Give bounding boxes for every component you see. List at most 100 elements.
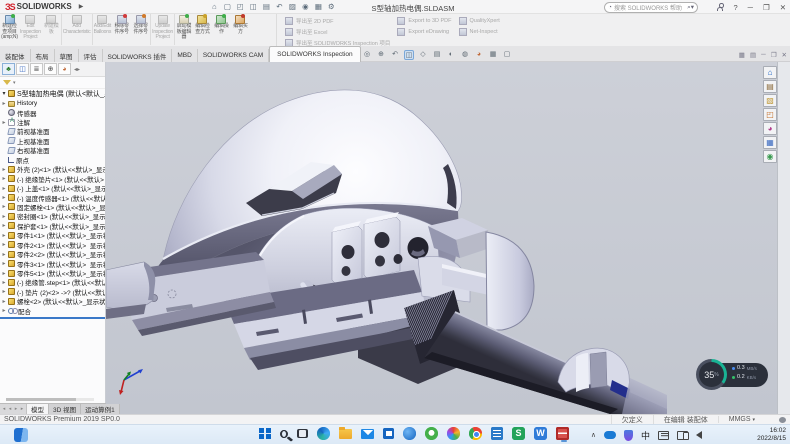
headsup-icon[interactable]: ▤ [432, 50, 442, 60]
expander-icon[interactable] [0, 270, 8, 277]
export-item[interactable]: 导出至 2D PDF [285, 17, 390, 25]
expander-icon[interactable] [0, 307, 8, 314]
qat-icon[interactable]: ↶ [273, 2, 285, 11]
command-tab[interactable]: MBD [172, 49, 197, 62]
featuremanager-tab-icon[interactable]: ♣ [2, 63, 15, 75]
headsup-icon[interactable]: ◫ [404, 50, 414, 60]
tree-item[interactable]: 固定螺栓<1> (默认<<默认>_显示 [0, 202, 105, 211]
qat-icon[interactable]: ⌂ [208, 2, 220, 11]
security-tray-icon[interactable] [624, 430, 633, 441]
taskpane-icon[interactable]: ◕ [763, 122, 777, 135]
expander-icon[interactable] [0, 298, 8, 305]
expander-icon[interactable] [0, 288, 8, 295]
export-item[interactable]: Net-Inspect [459, 28, 500, 36]
volume-tray-icon[interactable] [696, 431, 702, 439]
tree-item[interactable]: History [0, 98, 105, 107]
ribbon-button[interactable]: 新建检 查项目 (amp;N) [0, 14, 19, 45]
search-input[interactable]: ◔ 搜索 SOLIDWORKS 帮助 ⌕▾ [604, 2, 698, 13]
tree-item[interactable]: 零件2<2> (默认<<默认>_显示状 [0, 249, 105, 258]
tree-item[interactable]: (-) 绝缘管.step<1> (默认<<默认> [0, 278, 105, 287]
taskbar-clock[interactable]: 16:02 2022/8/15 [757, 427, 786, 443]
doc-control-icon[interactable]: ✕ [782, 51, 787, 59]
tree-hscrollbar[interactable] [6, 398, 94, 401]
taskbar-icon[interactable] [469, 427, 482, 440]
ime-indicator[interactable]: 中 [641, 429, 650, 442]
doc-control-icon[interactable]: ▤ [750, 51, 756, 59]
taskbar-icon[interactable] [259, 428, 271, 440]
status-comment-icon[interactable] [779, 417, 786, 423]
expander-icon[interactable] [0, 279, 8, 286]
tree-item[interactable]: 零件1<1> (默认<<默认>_显示状态 [0, 231, 105, 240]
model-tab[interactable]: 模型 [27, 404, 49, 414]
command-tab[interactable]: 布局 [31, 49, 55, 62]
qat-icon[interactable]: ▢ [221, 2, 233, 11]
display-tray-icon[interactable] [677, 431, 688, 440]
onedrive-tray-icon[interactable] [604, 431, 616, 439]
help-icon[interactable]: ? [733, 3, 737, 12]
expander-icon[interactable] [0, 185, 8, 192]
tree-split-bar[interactable] [0, 317, 105, 319]
taskbar-icon[interactable] [383, 428, 394, 439]
tree-item[interactable]: 右视基准面 [0, 146, 105, 155]
taskpane-icon[interactable]: ⌂ [763, 66, 777, 79]
command-tab[interactable]: SOLIDWORKS CAM [198, 49, 269, 62]
qat-icon[interactable]: ⚙ [325, 2, 337, 11]
taskpane-icon[interactable]: ▦ [763, 136, 777, 149]
taskbar-icon[interactable] [297, 429, 308, 438]
export-item[interactable]: QualityXpert [459, 17, 500, 25]
expander-icon[interactable] [0, 119, 8, 126]
tree-item[interactable]: 配合 [0, 306, 105, 315]
qat-icon[interactable]: ▤ [260, 2, 272, 11]
taskpane-icon[interactable]: ▧ [763, 94, 777, 107]
expander-icon[interactable] [0, 241, 8, 248]
expander-icon[interactable] [0, 100, 8, 107]
expander-icon[interactable] [0, 213, 8, 220]
command-tab[interactable]: SOLIDWORKS Inspection [269, 46, 361, 62]
doc-control-icon[interactable]: ❐ [771, 51, 777, 59]
taskbar-icon[interactable] [339, 429, 352, 439]
taskbar-icon[interactable] [403, 427, 416, 440]
ribbon-button[interactable]: 新建模 板 [42, 14, 61, 45]
taskbar-icon[interactable] [280, 430, 288, 438]
restore-icon[interactable]: ❐ [763, 3, 770, 12]
tree-item[interactable]: 零件2<1> (默认<<默认>_显示状 [0, 240, 105, 249]
taskpane-icon[interactable]: ◉ [763, 150, 777, 163]
minimize-icon[interactable]: ─ [748, 3, 753, 12]
headsup-icon[interactable]: ↶ [390, 50, 400, 60]
displaymanager-tab-icon[interactable]: ◕ [58, 63, 71, 75]
dimxpert-tab-icon[interactable]: ⊕ [44, 63, 57, 75]
tree-item[interactable]: 传感器 [0, 108, 105, 117]
tree-item[interactable]: 原点 [0, 155, 105, 164]
expander-icon[interactable] [0, 175, 8, 182]
close-icon[interactable]: ✕ [780, 3, 786, 12]
propertymanager-tab-icon[interactable]: ◫ [16, 63, 29, 75]
export-item[interactable]: 导出至 Excel [285, 28, 390, 36]
expander-icon[interactable] [0, 222, 8, 229]
command-tab[interactable]: 装配体 [0, 49, 31, 62]
configurationmanager-tab-icon[interactable]: ≣ [30, 63, 43, 75]
taskbar-icon[interactable] [317, 427, 330, 440]
tray-expand-icon[interactable]: ∧ [591, 431, 596, 439]
export-item[interactable]: Export eDrawing [397, 28, 451, 36]
headsup-icon[interactable]: ▦ [488, 50, 498, 60]
taskbar-icon[interactable] [361, 429, 374, 439]
ribbon-button[interactable]: 编辑操 作 [212, 14, 231, 45]
taskbar-icon[interactable] [556, 427, 569, 440]
command-tab[interactable]: SOLIDWORKS 插件 [103, 49, 173, 62]
widgets-icon[interactable] [14, 428, 28, 442]
ribbon-button[interactable]: 移除零 件序号 [112, 14, 131, 45]
expander-icon[interactable] [0, 232, 8, 239]
tree-item[interactable]: 注解 [0, 117, 105, 126]
search-icon[interactable]: ⌕▾ [687, 3, 694, 12]
tab-overflow-arrows[interactable]: ◂▸ [74, 66, 80, 73]
tree-filter[interactable]: ▾ [0, 77, 105, 89]
ribbon-button[interactable]: 编辑买 方 [231, 14, 250, 45]
expander-icon[interactable] [0, 203, 8, 210]
headsup-icon[interactable]: ▢ [502, 50, 512, 60]
expander-icon[interactable] [0, 251, 8, 258]
menu-expand-arrow[interactable]: ▶ [79, 3, 84, 10]
ribbon-button[interactable]: 编辑检 查方式 [193, 14, 212, 45]
doc-control-icon[interactable]: ▦ [739, 51, 745, 59]
taskpane-icon[interactable]: ◰ [763, 108, 777, 121]
taskbar-icon[interactable]: W [534, 427, 547, 440]
